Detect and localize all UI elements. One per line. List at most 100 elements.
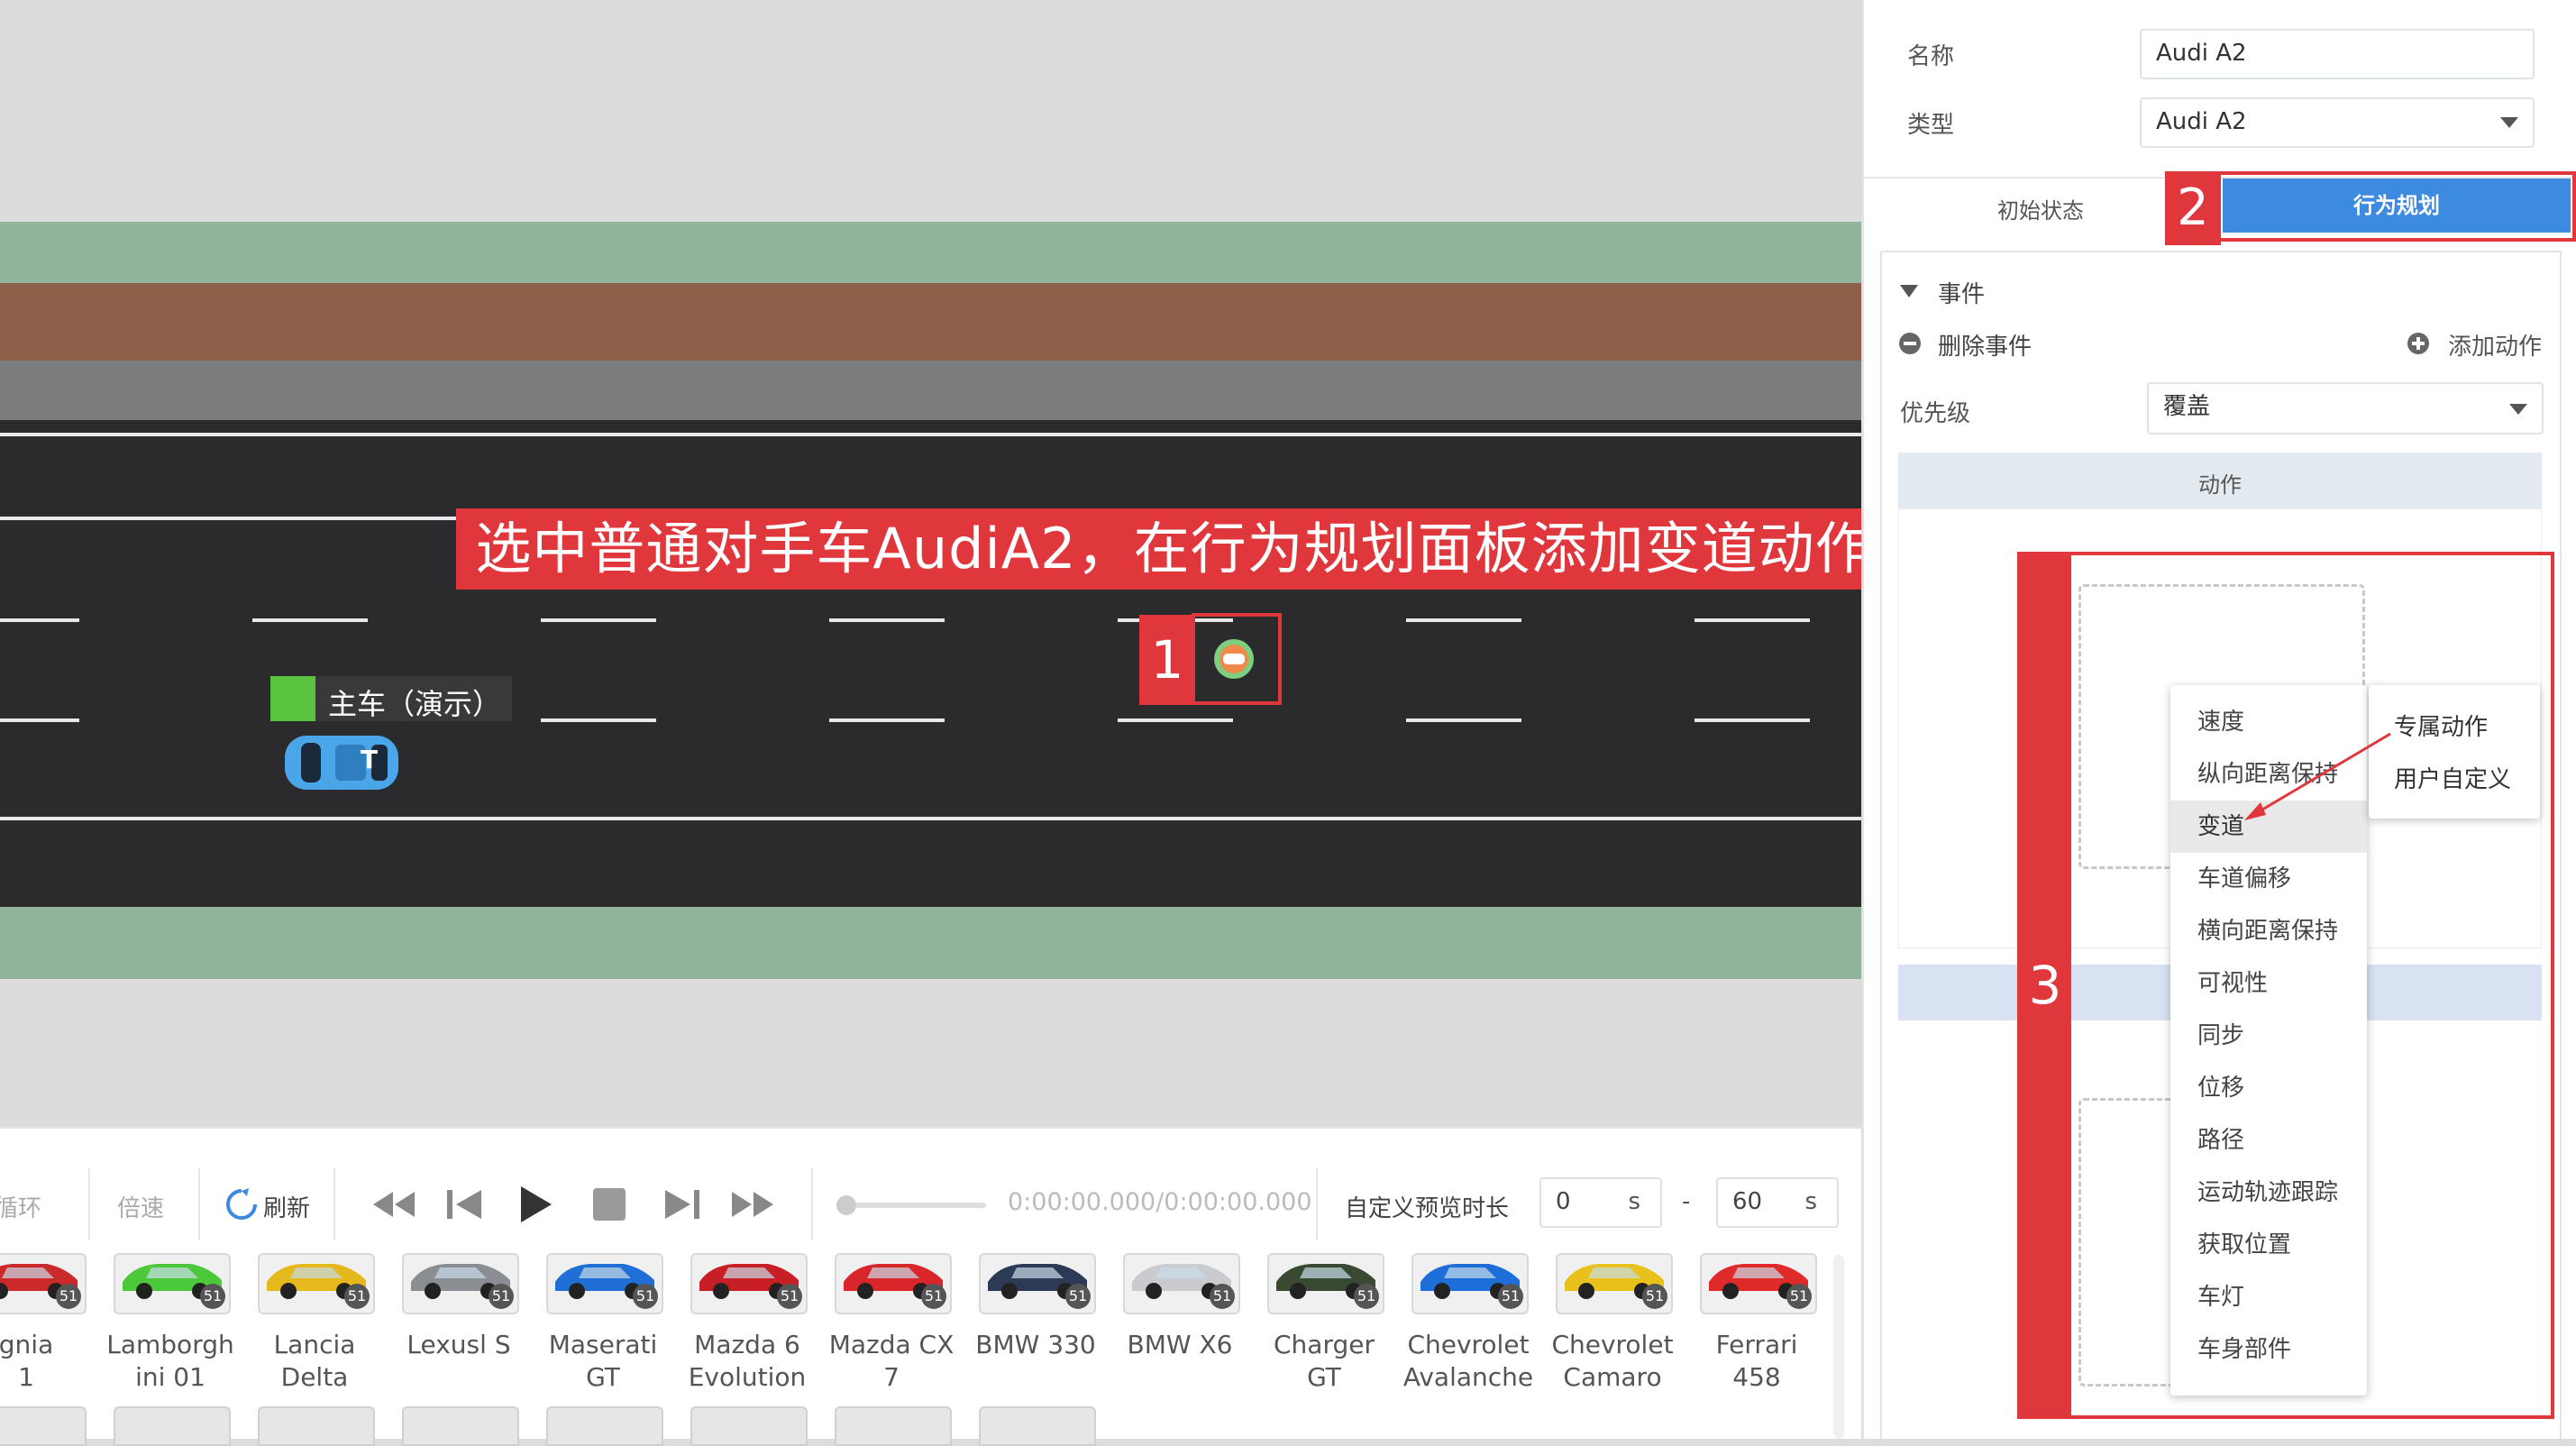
collapse-triangle-icon[interactable]	[1900, 285, 1918, 297]
chevron-down-icon	[2500, 117, 2518, 128]
type-select[interactable]: Audi A2	[2140, 97, 2535, 148]
timeline-handle[interactable]	[836, 1195, 856, 1215]
action-menu-item-label: 车身部件	[2197, 1336, 2292, 1363]
stop-icon[interactable]	[591, 1186, 627, 1222]
lane-dash	[0, 618, 79, 622]
vehicle-tile[interactable]: 51	[114, 1253, 231, 1314]
lane-dash	[829, 618, 945, 622]
skip-to-start-icon[interactable]	[370, 1188, 416, 1221]
speed-button[interactable]: 倍速	[117, 1190, 164, 1223]
vehicle-tile[interactable]: 51	[1267, 1253, 1384, 1314]
action-menu-item[interactable]: 路径	[2170, 1114, 2367, 1167]
type-select-value: Audi A2	[2156, 108, 2247, 135]
action-menu-item[interactable]: 车灯	[2170, 1271, 2367, 1323]
vehicle-tile-next-row[interactable]	[546, 1406, 663, 1446]
priority-select[interactable]: 覆盖	[2147, 382, 2544, 435]
preview-end-input[interactable]: 60 s	[1716, 1177, 1839, 1228]
action-menu-item[interactable]: 运动轨迹跟踪	[2170, 1167, 2367, 1219]
skip-to-end-icon[interactable]	[730, 1188, 777, 1221]
vehicle-tile-next-row[interactable]	[690, 1406, 808, 1446]
action-header: 动作	[2198, 472, 2242, 498]
vehicle-badge: 51	[1786, 1284, 1812, 1309]
vehicle-tile[interactable]: 51	[1700, 1253, 1817, 1314]
vehicle-name: Chevrolet Avalanche	[1402, 1330, 1534, 1392]
step-1-tag: 1	[1139, 615, 1195, 705]
name-field[interactable]: Audi A2	[2140, 29, 2535, 79]
preview-duration-label: 自定义预览时长	[1345, 1195, 1510, 1222]
vehicle-name: Mazda CX 7	[828, 1330, 955, 1392]
step-forward-icon[interactable]	[662, 1186, 701, 1222]
vehicle-name: Lexusl S	[406, 1330, 511, 1359]
delete-event-button[interactable]: 删除事件	[1898, 326, 2078, 362]
opponent-car-audi-a2[interactable]	[1212, 637, 1256, 681]
vehicle-badge: 51	[1498, 1284, 1523, 1309]
action-menu-item-label: 可视性	[2197, 970, 2269, 997]
instruction-caption: 选中普通对手车AudiA2，在行为规划面板添加变道动作	[456, 508, 1861, 590]
toolbar-divider	[88, 1168, 90, 1240]
dirt-strip	[0, 283, 1861, 361]
vehicle-tile[interactable]: 51	[258, 1253, 375, 1314]
step-1-number: 1	[1150, 629, 1184, 691]
vehicle-tile[interactable]: 51	[1556, 1253, 1673, 1314]
chevron-down-icon	[2509, 404, 2527, 415]
lane-dash	[252, 618, 368, 622]
vehicle-badge: 51	[200, 1284, 225, 1309]
action-menu-item[interactable]: 横向距离保持	[2170, 905, 2367, 957]
priority-label: 优先级	[1900, 400, 1971, 427]
vehicle-tile[interactable]: 51	[979, 1253, 1096, 1314]
road-edge-line-bottom	[0, 817, 1861, 820]
vehicle-tile[interactable]: 51	[1123, 1253, 1240, 1314]
curb-strip	[0, 361, 1861, 420]
vehicle-tile-next-row[interactable]	[835, 1406, 952, 1446]
tab-initial-state[interactable]: 初始状态	[1997, 193, 2084, 224]
toolbar-divider	[333, 1168, 335, 1240]
preview-start-input[interactable]: 0 s	[1539, 1177, 1662, 1228]
vehicle-badge: 51	[56, 1284, 81, 1309]
ego-car[interactable]: T	[281, 732, 402, 793]
road-surface	[0, 420, 1861, 907]
refresh-button[interactable]: 刷新	[224, 1185, 332, 1224]
vehicle-tile-next-row[interactable]	[258, 1406, 375, 1446]
vehicle-badge: 51	[1354, 1284, 1379, 1309]
add-action-button[interactable]: 添加动作	[2407, 326, 2569, 362]
step-back-icon[interactable]	[445, 1186, 485, 1222]
action-menu-item[interactable]: 同步	[2170, 1010, 2367, 1062]
action-menu-item-label: 路径	[2197, 1127, 2245, 1154]
vehicle-name: Maserati GT	[548, 1330, 658, 1392]
ego-car-icon	[285, 736, 398, 790]
vehicle-tile[interactable]: 51	[402, 1253, 519, 1314]
vehicle-name: BMW 330	[975, 1330, 1096, 1359]
action-menu-item[interactable]: 位移	[2170, 1062, 2367, 1114]
vehicle-tile-next-row[interactable]	[114, 1406, 231, 1446]
scene-viewport[interactable]: 选中普通对手车AudiA2，在行为规划面板添加变道动作 主车（演示） T 1	[0, 0, 1861, 1127]
timeline-slider[interactable]	[836, 1195, 986, 1215]
vehicle-tile[interactable]: 51	[546, 1253, 663, 1314]
action-menu-item-label: 车灯	[2197, 1284, 2245, 1311]
vehicle-badge: 51	[1065, 1284, 1091, 1309]
preview-end-unit: s	[1804, 1188, 1817, 1215]
type-label: 类型	[1907, 112, 1955, 139]
name-label: 名称	[1907, 43, 1955, 70]
grass-strip-top	[0, 222, 1861, 283]
library-scrollbar[interactable]	[1833, 1255, 1844, 1439]
vehicle-tile-next-row[interactable]	[0, 1406, 87, 1446]
vehicle-name: Mazda 6 Evolution	[688, 1330, 807, 1392]
play-icon[interactable]	[517, 1185, 553, 1224]
refresh-icon	[226, 1188, 257, 1220]
action-menu-item[interactable]: 可视性	[2170, 957, 2367, 1010]
vehicle-tile-next-row[interactable]	[979, 1406, 1096, 1446]
action-menu-item[interactable]: 车身部件	[2170, 1323, 2367, 1376]
vehicle-name: BMW X6	[1127, 1330, 1233, 1359]
minus-circle-icon	[1899, 333, 1921, 354]
preview-start-value: 0	[1556, 1188, 1571, 1215]
action-menu-item[interactable]: 获取位置	[2170, 1219, 2367, 1271]
action-menu-item[interactable]: 车道偏移	[2170, 853, 2367, 905]
pointer-arrow-icon	[2244, 732, 2391, 820]
vehicle-tile-next-row[interactable]	[402, 1406, 519, 1446]
vehicle-tile[interactable]: 51	[690, 1253, 808, 1314]
loop-button[interactable]: 循环	[0, 1190, 41, 1223]
vehicle-tile[interactable]: 51	[835, 1253, 952, 1314]
vehicle-tile[interactable]: 51	[1411, 1253, 1529, 1314]
vehicle-badge: 51	[633, 1284, 658, 1309]
vehicle-tile[interactable]: 51	[0, 1253, 87, 1314]
